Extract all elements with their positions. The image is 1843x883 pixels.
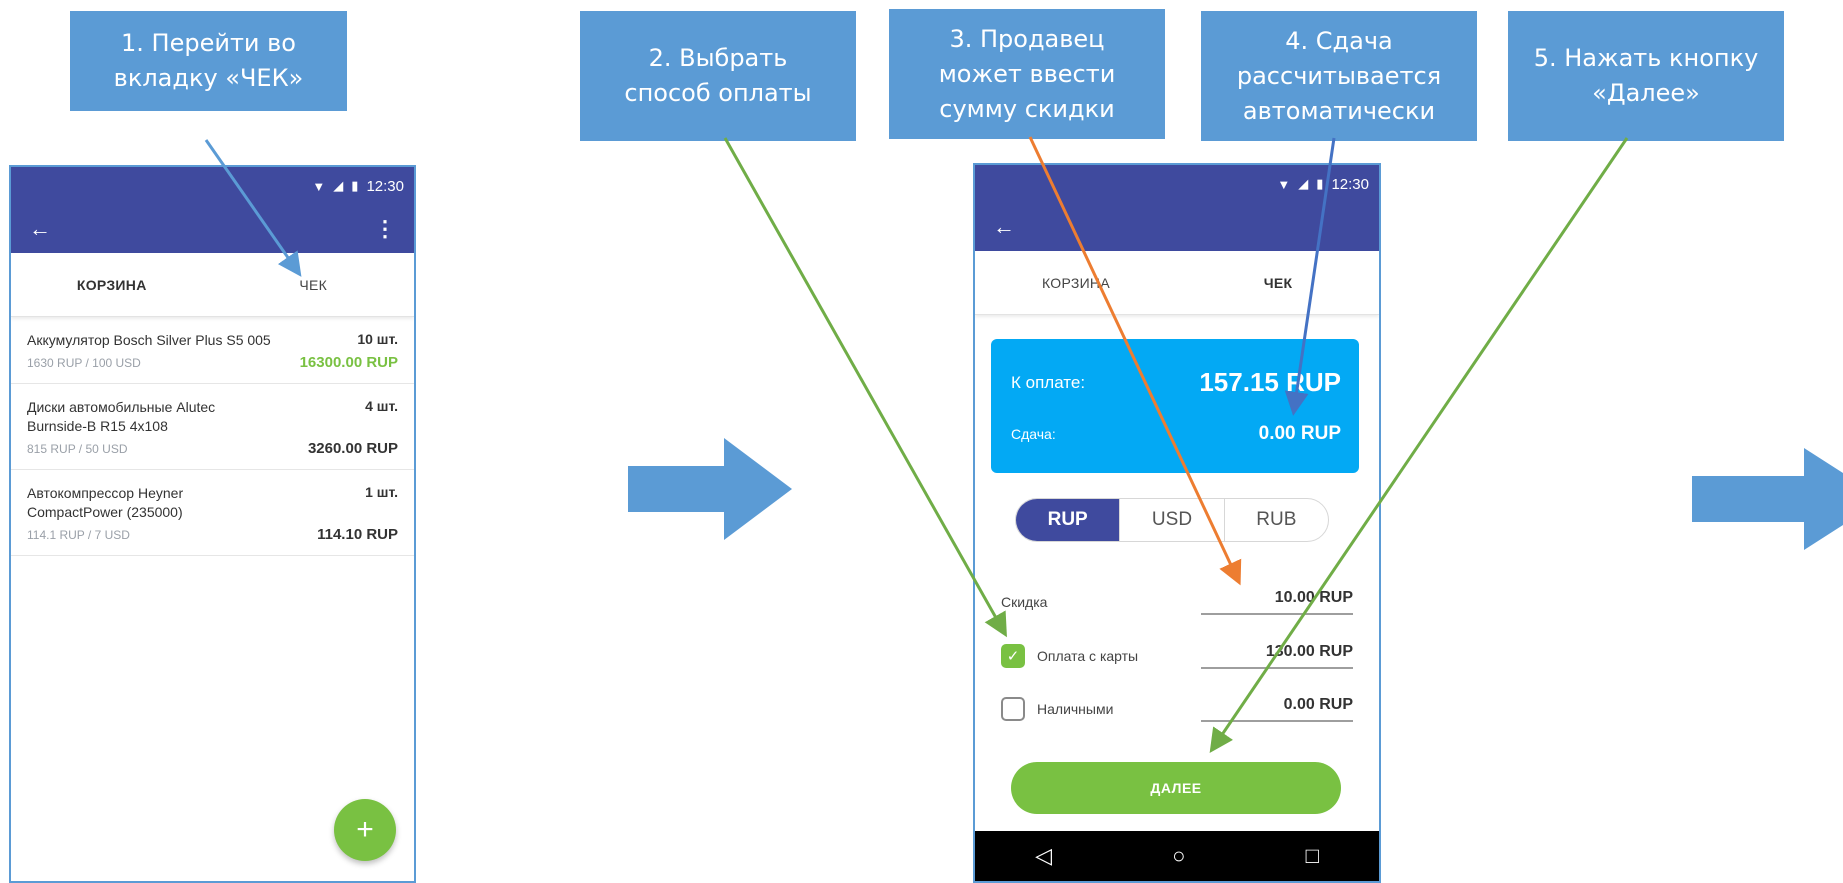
item-footer-row: 815 RUP / 50 USD 3260.00 RUP — [27, 440, 398, 457]
android-nav-bar: ◁ ○ □ — [975, 831, 1379, 881]
pointer-line-step-2 — [723, 137, 1007, 638]
item-header-row: Автокомпрессор Heyner CompactPower (2350… — [27, 484, 398, 522]
more-vert-icon[interactable]: ⋮ — [374, 216, 396, 242]
card-payment-row: ✓ Оплата с карты 130.00 RUP — [1001, 643, 1353, 669]
status-time: 12:30 — [1331, 175, 1369, 193]
tab-bar: КОРЗИНА ЧЕК — [11, 253, 414, 317]
change-label: Сдача: — [1011, 426, 1056, 442]
status-bar: ▼ ◢ ▮ 12:30 — [975, 165, 1379, 203]
item-unit-price: 114.1 RUP / 7 USD — [27, 527, 130, 542]
flow-arrow-icon — [628, 438, 792, 540]
card-amount-input[interactable]: 130.00 RUP — [1201, 643, 1353, 669]
amount-due-value: 157.15 RUP — [1199, 367, 1341, 397]
back-arrow-icon[interactable]: ← — [993, 214, 1015, 240]
callout-step-3: 3. Продавец может ввести сумму скидки — [889, 9, 1165, 139]
currency-selector: RUP USD RUB — [1015, 498, 1329, 542]
triangle-back-icon[interactable]: ◁ — [1035, 843, 1052, 869]
flow-arrow-icon — [1692, 448, 1843, 550]
amount-due-row: К оплате: 157.15 RUP — [1011, 367, 1341, 398]
card-payment-option[interactable]: ✓ Оплата с карты — [1001, 644, 1138, 668]
list-item[interactable]: Диски автомобильные Alutec Burnside-B R1… — [11, 384, 414, 470]
tab-basket[interactable]: КОРЗИНА — [11, 277, 213, 293]
tab-bar: КОРЗИНА ЧЕК — [975, 251, 1379, 315]
next-button[interactable]: ДАЛЕЕ — [1011, 762, 1341, 814]
checkmark-icon: ✓ — [1006, 648, 1020, 665]
cash-payment-row: Наличными 0.00 RUP — [1001, 696, 1353, 722]
item-unit-price: 815 RUP / 50 USD — [27, 441, 128, 456]
item-footer-row: 114.1 RUP / 7 USD 114.10 RUP — [27, 526, 398, 543]
tab-check[interactable]: ЧЕК — [1177, 275, 1379, 291]
change-row: Сдача: 0.00 RUP — [1011, 423, 1341, 445]
app-bar: ← ⋮ — [11, 205, 414, 253]
callout-step-1: 1. Перейти во вкладку «ЧЕК» — [70, 11, 347, 111]
item-header-row: Диски автомобильные Alutec Burnside-B R1… — [27, 398, 398, 436]
battery-icon: ▮ — [351, 178, 359, 193]
item-header-row: Аккумулятор Bosch Silver Plus S5 005 10 … — [27, 331, 398, 350]
item-unit-price: 1630 RUP / 100 USD — [27, 355, 141, 370]
phone-screen-basket: ▼ ◢ ▮ 12:30 ← ⋮ КОРЗИНА ЧЕК Аккумулятор … — [9, 165, 416, 883]
item-qty: 10 шт. — [357, 331, 398, 347]
item-total: 16300.00 RUP — [299, 354, 398, 371]
amount-due-label: К оплате: — [1011, 372, 1086, 392]
list-item[interactable]: Автокомпрессор Heyner CompactPower (2350… — [11, 470, 414, 556]
list-item[interactable]: Аккумулятор Bosch Silver Plus S5 005 10 … — [11, 317, 414, 384]
card-checkbox[interactable]: ✓ — [1001, 644, 1025, 668]
callout-step-2: 2. Выбрать способ оплаты — [580, 11, 856, 141]
callout-step-5: 5. Нажать кнопку «Далее» — [1508, 11, 1784, 141]
tab-basket[interactable]: КОРЗИНА — [975, 275, 1177, 291]
wifi-icon: ▼ — [312, 178, 326, 194]
phone-screen-check: ▼ ◢ ▮ 12:30 ← КОРЗИНА ЧЕК К оплате: 157.… — [973, 163, 1381, 883]
signal-icon: ◢ — [1298, 176, 1309, 191]
change-value: 0.00 RUP — [1258, 423, 1341, 444]
wifi-icon: ▼ — [1277, 176, 1291, 192]
item-total: 3260.00 RUP — [307, 440, 398, 457]
plus-icon: + — [356, 813, 374, 846]
add-fab-button[interactable]: + — [334, 799, 396, 861]
currency-option-usd[interactable]: USD — [1120, 499, 1225, 541]
signal-icon: ◢ — [333, 178, 344, 193]
discount-label: Скидка — [1001, 594, 1048, 610]
circle-home-icon[interactable]: ○ — [1172, 843, 1185, 869]
item-name: Автокомпрессор Heyner CompactPower (2350… — [27, 485, 184, 520]
item-qty: 4 шт. — [365, 398, 398, 414]
square-recent-icon[interactable]: □ — [1306, 843, 1319, 869]
cash-checkbox[interactable] — [1001, 697, 1025, 721]
discount-row: Скидка 10.00 RUP — [1001, 589, 1353, 615]
item-footer-row: 1630 RUP / 100 USD 16300.00 RUP — [27, 354, 398, 371]
cash-payment-option[interactable]: Наличными — [1001, 697, 1113, 721]
tutorial-stage: 1. Перейти во вкладку «ЧЕК» 2. Выбрать с… — [0, 0, 1843, 883]
payment-summary-card: К оплате: 157.15 RUP Сдача: 0.00 RUP — [991, 339, 1359, 473]
tab-check[interactable]: ЧЕК — [213, 277, 415, 293]
app-bar: ← — [975, 203, 1379, 251]
battery-icon: ▮ — [1316, 176, 1324, 191]
discount-input[interactable]: 10.00 RUP — [1201, 589, 1353, 615]
callout-step-4: 4. Сдача рассчитывается автоматически — [1201, 11, 1477, 141]
card-payment-label: Оплата с карты — [1037, 648, 1139, 664]
status-bar: ▼ ◢ ▮ 12:30 — [11, 167, 414, 205]
currency-option-rub[interactable]: RUB — [1225, 499, 1328, 541]
back-arrow-icon[interactable]: ← — [29, 216, 51, 242]
item-name: Диски автомобильные Alutec Burnside-B R1… — [27, 399, 216, 434]
currency-option-rup[interactable]: RUP — [1016, 499, 1121, 541]
cash-amount-input[interactable]: 0.00 RUP — [1201, 696, 1353, 722]
cash-payment-label: Наличными — [1037, 701, 1114, 717]
item-qty: 1 шт. — [365, 484, 398, 500]
item-name: Аккумулятор Bosch Silver Plus S5 005 — [27, 332, 271, 348]
status-time: 12:30 — [366, 177, 404, 195]
item-total: 114.10 RUP — [317, 526, 398, 543]
